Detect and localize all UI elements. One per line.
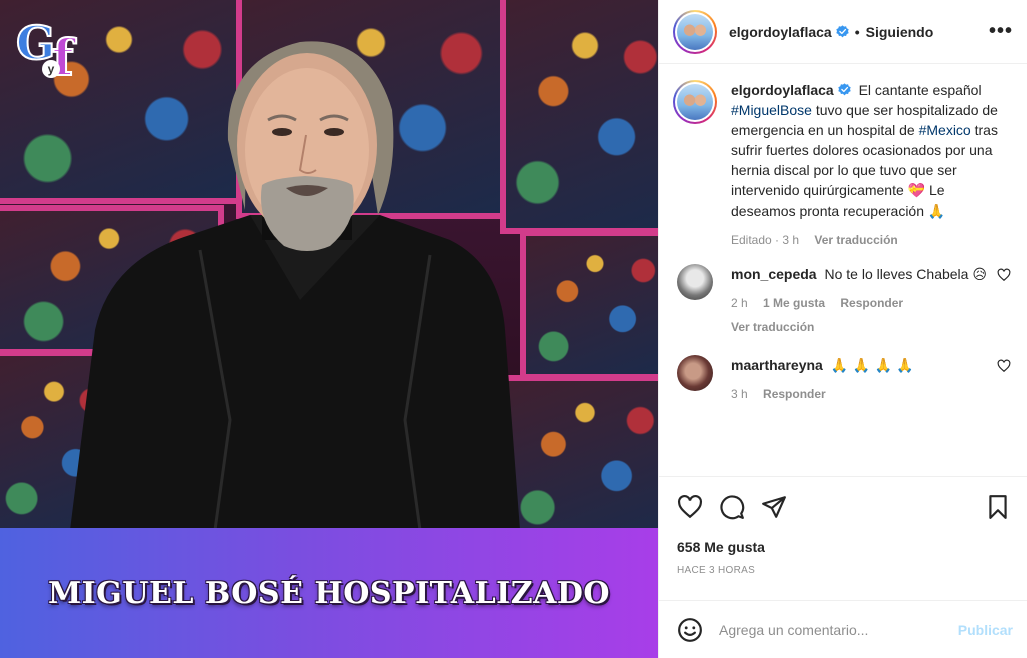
logo-letter-y: y bbox=[42, 60, 60, 78]
like-comment-heart-icon[interactable] bbox=[997, 359, 1011, 373]
likes-count[interactable]: 658 Me gusta bbox=[677, 539, 1011, 555]
comment-bubble-icon[interactable] bbox=[719, 494, 745, 520]
author-username[interactable]: elgordoylaflaca bbox=[729, 24, 832, 40]
caption-meta: Editado · 3 h Ver traducción bbox=[731, 230, 1011, 250]
reply-button[interactable]: Responder bbox=[763, 387, 826, 401]
more-options-icon[interactable]: ••• bbox=[989, 20, 1013, 43]
translate-link[interactable]: Ver traducción bbox=[731, 320, 814, 334]
post-actions: 658 Me gusta Hace 3 horas bbox=[659, 476, 1027, 576]
heart-emoji: 💝 bbox=[907, 183, 926, 199]
caption-text: El cantante español bbox=[858, 82, 982, 98]
post-photo bbox=[0, 0, 658, 530]
author-avatar[interactable] bbox=[673, 9, 717, 54]
publish-button[interactable]: Publicar bbox=[958, 622, 1013, 638]
comment-likes[interactable]: 1 Me gusta bbox=[763, 296, 825, 310]
add-comment-bar: Publicar bbox=[659, 600, 1027, 658]
headline-banner: MIGUEL BOSÉ HOSPITALIZADO bbox=[0, 528, 658, 658]
post-time: Hace 3 horas bbox=[677, 565, 756, 576]
comment-item: mon_cepeda No te lo lleves Chabela 😥 2 h… bbox=[673, 264, 1011, 337]
comment-meta: 2 h 1 Me gusta Responder bbox=[731, 293, 987, 313]
man-portrait bbox=[70, 41, 520, 530]
hashtag-link[interactable]: #MiguelBose bbox=[731, 102, 812, 118]
following-button[interactable]: Siguiendo bbox=[866, 24, 934, 40]
verified-badge-icon bbox=[838, 83, 851, 96]
gyf-logo: G f y bbox=[14, 12, 78, 90]
action-icons bbox=[677, 493, 1011, 521]
share-paper-plane-icon[interactable] bbox=[761, 494, 787, 520]
headline-text: MIGUEL BOSÉ HOSPITALIZADO bbox=[47, 575, 611, 611]
post-media[interactable]: G f y MIGUEL BOSÉ HOSPITALIZADO bbox=[0, 0, 658, 658]
pray-emoji: 🙏 bbox=[927, 204, 946, 220]
post-header: elgordoylaflaca • Siguiendo ••• bbox=[659, 0, 1027, 64]
comment-item: maarthareyna 🙏 🙏 🙏 🙏 3 h Responder bbox=[673, 355, 1011, 404]
comment-username[interactable]: mon_cepeda bbox=[731, 266, 817, 282]
separator-dot: • bbox=[854, 23, 860, 40]
comment-body: mon_cepeda No te lo lleves Chabela 😥 2 h… bbox=[731, 264, 987, 337]
comment-text: No te lo lleves Chabela bbox=[824, 266, 969, 282]
comment-body: maarthareyna 🙏 🙏 🙏 🙏 3 h Responder bbox=[731, 355, 987, 404]
caption-time: Editado · 3 h bbox=[731, 233, 800, 247]
caption-body: elgordoylaflaca El cantante español #Mig… bbox=[731, 80, 1011, 250]
caption: elgordoylaflaca El cantante español #Mig… bbox=[673, 80, 1011, 250]
comment-time: 3 h bbox=[731, 387, 748, 401]
logo-letter-f: f bbox=[51, 27, 74, 88]
comment-meta: 3 h Responder bbox=[731, 384, 987, 404]
hashtag-link[interactable]: #Mexico bbox=[919, 122, 971, 138]
commenter-avatar[interactable] bbox=[677, 355, 713, 391]
translate-link[interactable]: Ver traducción bbox=[814, 233, 897, 247]
post-sidebar: elgordoylaflaca • Siguiendo ••• elgordoy… bbox=[658, 0, 1027, 658]
comment-translate-row: Ver traducción bbox=[731, 317, 987, 337]
comment-username[interactable]: maarthareyna bbox=[731, 357, 823, 373]
sad-emoji: 😥 bbox=[972, 267, 987, 283]
like-heart-icon[interactable] bbox=[677, 494, 703, 520]
verified-badge-icon bbox=[836, 25, 849, 38]
author-avatar[interactable] bbox=[673, 80, 717, 124]
bookmark-icon[interactable] bbox=[985, 494, 1011, 520]
emoji-smiley-icon[interactable] bbox=[677, 617, 703, 643]
caption-username[interactable]: elgordoylaflaca bbox=[731, 82, 834, 98]
comment-time: 2 h bbox=[731, 296, 748, 310]
commenter-avatar[interactable] bbox=[677, 264, 713, 300]
pray-emoji: 🙏 🙏 🙏 🙏 bbox=[830, 358, 914, 374]
comment-input[interactable] bbox=[719, 621, 958, 638]
instagram-post: G f y MIGUEL BOSÉ HOSPITALIZADO elgordoy… bbox=[0, 0, 1027, 658]
reply-button[interactable]: Responder bbox=[840, 296, 903, 310]
like-comment-heart-icon[interactable] bbox=[997, 268, 1011, 282]
comments-section[interactable]: elgordoylaflaca El cantante español #Mig… bbox=[659, 64, 1027, 476]
